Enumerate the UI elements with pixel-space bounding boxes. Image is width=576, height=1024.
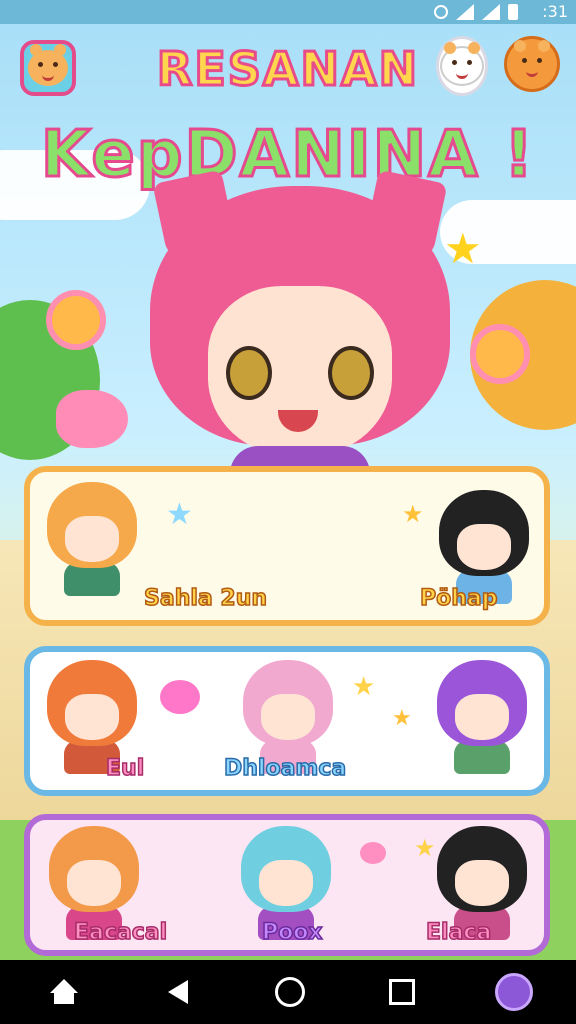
- star-icon: ★: [414, 834, 436, 862]
- status-icons: [434, 4, 518, 20]
- home-button[interactable]: [46, 974, 82, 1010]
- heart-icon: [360, 842, 386, 864]
- title-line-1: RESANAN: [155, 41, 420, 98]
- character-card-2[interactable]: ★ ★ Eul Dhloamca: [24, 646, 550, 796]
- character-card-1[interactable]: ★ ★ Sahla 2un Pöhap: [24, 466, 550, 626]
- wifi-icon: [482, 4, 500, 20]
- character-name: Eul: [105, 755, 145, 782]
- character-card-3[interactable]: ★ Eacacal Poox Elaca: [24, 814, 550, 956]
- navigation-bar: [0, 960, 576, 1024]
- status-bar: :31: [0, 0, 576, 24]
- character-name: Dhloamca: [223, 755, 347, 782]
- character-name: Eacacal: [73, 919, 168, 946]
- character-portrait[interactable]: [432, 660, 532, 774]
- home-icon-base: [54, 990, 74, 1004]
- star-icon: ★: [392, 706, 412, 731]
- character-name: Sahla 2un: [143, 585, 268, 612]
- status-time: :31: [542, 2, 568, 21]
- character-name: Pöhap: [419, 585, 498, 612]
- app-icon: [495, 973, 533, 1011]
- recents-button[interactable]: [384, 974, 420, 1010]
- character-name: Elaca: [425, 919, 492, 946]
- back-button[interactable]: [160, 974, 196, 1010]
- app-button[interactable]: [492, 970, 536, 1014]
- home-circle-button[interactable]: [272, 974, 308, 1010]
- star-icon: ★: [402, 500, 424, 528]
- character-name: Poox: [261, 919, 323, 946]
- smiling-flower-icon: [470, 324, 530, 384]
- chat-heart-icon: [56, 390, 128, 448]
- back-icon: [168, 980, 188, 1004]
- signal-icon: [456, 4, 474, 20]
- star-icon: ★: [352, 672, 376, 702]
- home-circle-icon: [275, 977, 305, 1007]
- battery-icon: [508, 4, 518, 20]
- hero-face: [208, 286, 392, 456]
- recents-icon: [389, 979, 415, 1005]
- nfc-icon: [434, 5, 448, 19]
- character-portrait[interactable]: [42, 482, 142, 596]
- cloud-heart-icon: [160, 680, 200, 714]
- smiling-flower-icon: [46, 290, 106, 350]
- star-icon: ★: [166, 497, 193, 532]
